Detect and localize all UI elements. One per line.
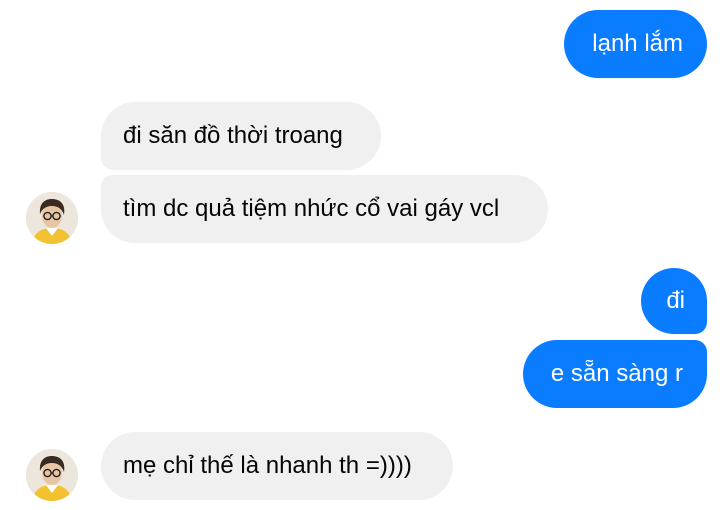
avatar-illustration — [26, 192, 78, 244]
received-message-bubble[interactable]: đi săn đồ thời troang — [101, 102, 381, 170]
received-message-bubble[interactable]: tìm dc quả tiệm nhức cổ vai gáy vcl — [101, 175, 548, 243]
message-text: tìm dc quả tiệm nhức cổ vai gáy vcl — [123, 195, 500, 222]
received-message-bubble[interactable]: mẹ chỉ thế là nhanh th =)))) — [101, 432, 453, 500]
contact-avatar-icon[interactable] — [26, 192, 78, 244]
message-text: đi — [666, 287, 685, 314]
message-text: mẹ chỉ thế là nhanh th =)))) — [123, 452, 412, 479]
contact-avatar-icon[interactable] — [26, 449, 78, 501]
avatar-illustration — [26, 449, 78, 501]
sent-message-bubble[interactable]: lạnh lắm — [564, 10, 707, 78]
message-text: e sẵn sàng r — [550, 360, 683, 387]
sent-message-bubble[interactable]: e sẵn sàng r — [523, 340, 707, 408]
message-text: đi săn đồ thời troang — [123, 122, 343, 149]
sent-message-bubble[interactable]: đi — [641, 268, 707, 334]
message-text: lạnh lắm — [592, 30, 683, 57]
